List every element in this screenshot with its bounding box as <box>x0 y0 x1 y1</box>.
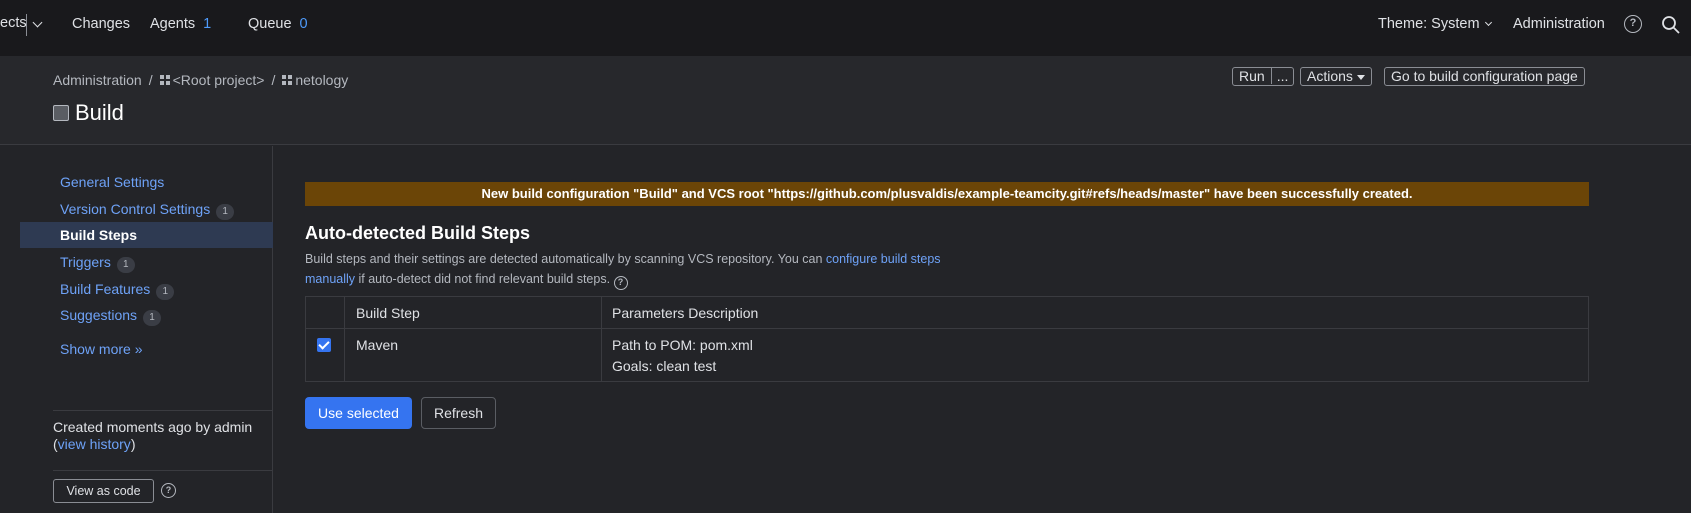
administration-link[interactable]: Administration <box>1513 16 1605 32</box>
queue-label: Queue <box>248 16 292 32</box>
run-button[interactable]: Run... <box>1232 67 1295 86</box>
agents-count: 1 <box>203 16 212 32</box>
column-header-build-step: Build Step <box>356 305 420 321</box>
page-title: Build <box>53 100 124 126</box>
count-badge: 1 <box>116 257 135 273</box>
sidebar-item-label: Suggestions <box>60 307 138 323</box>
theme-selector[interactable]: Theme: System <box>1378 16 1492 32</box>
project-icon <box>282 75 293 85</box>
agents-label: Agents <box>150 16 196 32</box>
sidebar-item-general-settings[interactable]: General Settings <box>20 169 273 195</box>
run-label: Run <box>1239 68 1265 84</box>
sidebar-item-version-control[interactable]: Version Control Settings 1 <box>20 196 273 222</box>
count-badge: 1 <box>216 204 235 220</box>
projects-menu[interactable]: ects <box>0 15 27 31</box>
created-info: Created moments ago by admin (view histor… <box>53 419 268 453</box>
separator <box>26 14 27 36</box>
search-icon[interactable] <box>1661 15 1681 35</box>
show-more-link[interactable]: Show more » <box>60 341 142 357</box>
column-header-parameters: Parameters Description <box>612 305 759 321</box>
desc-text-after: if auto-detect did not find relevant bui… <box>355 272 611 286</box>
help-icon[interactable]: ? <box>613 276 628 290</box>
divider <box>53 410 273 411</box>
section-description: Build steps and their settings are detec… <box>305 249 965 290</box>
build-config-icon <box>53 105 69 121</box>
step-param-pom: Path to POM: pom.xml <box>612 337 753 353</box>
step-checkbox[interactable] <box>317 338 331 352</box>
chevron-down-icon[interactable] <box>32 17 43 28</box>
use-selected-button[interactable]: Use selected <box>305 397 412 429</box>
count-badge: 1 <box>156 284 175 300</box>
theme-label: Theme: System <box>1378 16 1480 32</box>
breadcrumb-root-project[interactable]: <Root project> <box>173 72 265 88</box>
breadcrumb-administration[interactable]: Administration <box>53 72 142 88</box>
run-more-button[interactable]: ... <box>1270 68 1294 84</box>
chevron-down-icon <box>1484 18 1492 27</box>
page-header: Administration / <Root project> / netology B… <box>0 56 1691 145</box>
actions-button[interactable]: Actions <box>1300 67 1372 86</box>
queue-link[interactable]: Queue 0 <box>248 16 308 32</box>
actions-label: Actions <box>1307 68 1353 84</box>
sidebar-item-label: Build Features <box>60 281 151 297</box>
sidebar-item-suggestions[interactable]: Suggestions 1 <box>20 302 273 328</box>
changes-link[interactable]: Changes <box>72 16 130 32</box>
divider <box>53 470 273 471</box>
created-text: Created moments ago by admin <box>53 419 253 435</box>
sidebar: General Settings Version Control Setting… <box>0 146 273 513</box>
breadcrumb-netology[interactable]: netology <box>295 72 348 88</box>
column-divider <box>344 297 345 381</box>
paren-close: ) <box>130 436 136 452</box>
sidebar-item-label: Version Control Settings <box>60 201 211 217</box>
table-header-row <box>306 297 1588 329</box>
help-icon[interactable]: ? <box>1624 15 1642 33</box>
column-divider <box>601 297 602 381</box>
caret-down-icon <box>1356 75 1365 80</box>
build-steps-table: Build Step Parameters Description Maven … <box>305 296 1589 382</box>
sidebar-item-build-steps[interactable]: Build Steps <box>20 222 273 248</box>
section-heading: Auto-detected Build Steps <box>305 223 531 243</box>
page-title-text: Build <box>75 100 124 125</box>
success-banner: New build configuration "Build" and VCS … <box>305 182 1589 206</box>
breadcrumb-separator: / <box>148 72 153 88</box>
view-history-link[interactable]: view history <box>58 436 131 452</box>
step-param-goals: Goals: clean test <box>612 358 717 374</box>
breadcrumb: Administration / <Root project> / netology <box>53 72 348 88</box>
sidebar-item-label: General Settings <box>60 174 165 190</box>
sidebar-item-label: Triggers <box>60 254 111 270</box>
step-name: Maven <box>356 337 399 353</box>
sidebar-item-triggers[interactable]: Triggers 1 <box>20 249 273 275</box>
sidebar-item-label: Build Steps <box>60 227 138 243</box>
refresh-button[interactable]: Refresh <box>421 397 496 429</box>
queue-count: 0 <box>299 16 308 32</box>
goto-build-config-button[interactable]: Go to build configuration page <box>1384 67 1585 86</box>
breadcrumb-separator: / <box>271 72 276 88</box>
agents-link[interactable]: Agents 1 <box>150 16 211 32</box>
help-icon[interactable]: ? <box>161 483 176 498</box>
view-as-code-button[interactable]: View as code <box>53 479 154 503</box>
project-icon <box>159 75 170 85</box>
count-badge: 1 <box>143 310 162 326</box>
desc-text: Build steps and their settings are detec… <box>305 252 826 266</box>
sidebar-item-build-features[interactable]: Build Features 1 <box>20 276 273 302</box>
top-navigation-bar: ects Changes Agents 1 Queue 0 Theme: Syste… <box>0 0 1691 56</box>
